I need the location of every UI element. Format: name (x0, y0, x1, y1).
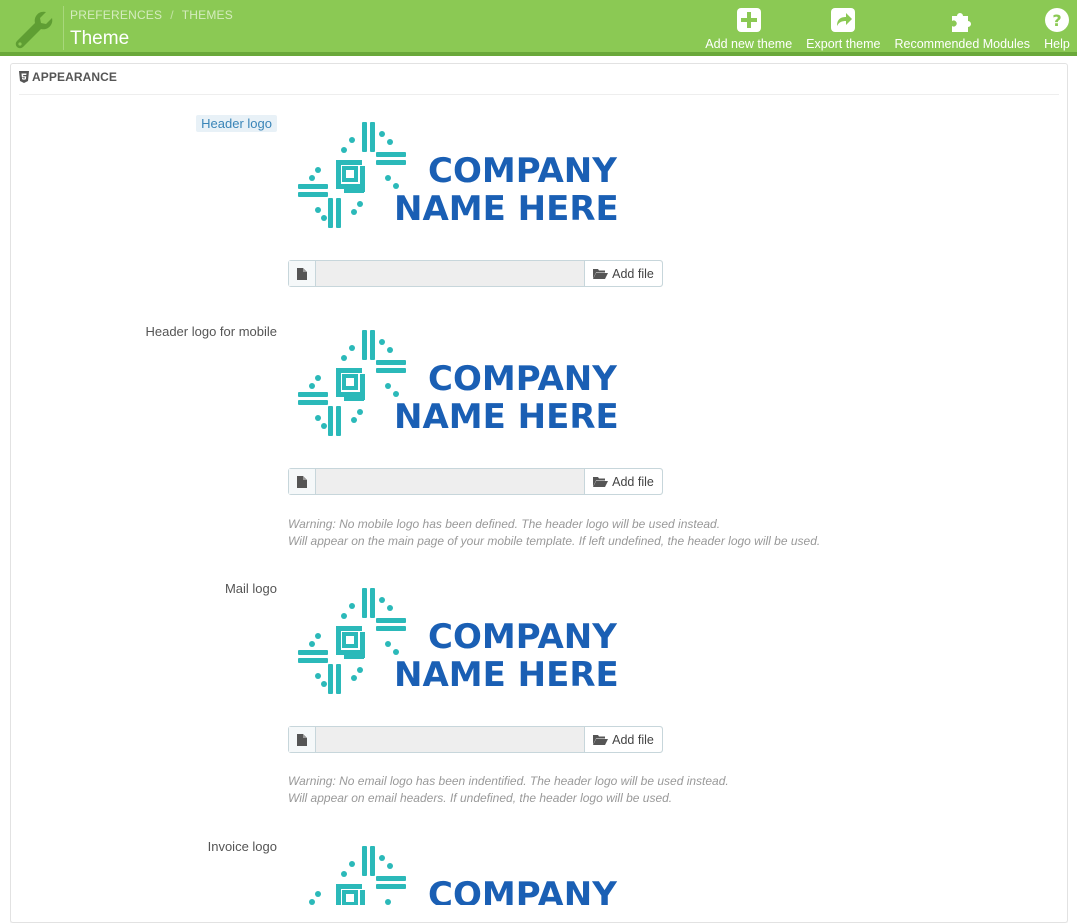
logo-line1: COMPANY (428, 359, 617, 399)
help-warning-text: Warning: No mobile logo has been defined… (288, 517, 721, 531)
mail-logo-image: COMPANY NAME HERE (298, 588, 619, 695)
header-logo-image: COMPANY NAME HERE (298, 122, 619, 229)
mail-logo-file-field[interactable] (316, 727, 584, 752)
header-logo-file-field[interactable] (316, 261, 584, 286)
add-file-label: Add file (612, 474, 654, 489)
recommended-modules-label: Recommended Modules (894, 37, 1031, 51)
page-title: Theme (70, 28, 130, 49)
file-icon-addon (289, 261, 316, 286)
logo-mark (309, 846, 406, 905)
help-description-text: Will appear on email headers. If undefin… (288, 791, 673, 805)
wrench-icon (15, 11, 53, 49)
invoice-logo-image: COMPANY (309, 846, 617, 905)
logo-line1: COMPANY (428, 151, 617, 191)
header-logo-mobile-file-input-group: Add file (288, 468, 663, 495)
plus-square-icon (736, 8, 761, 32)
breadcrumb-separator: / (170, 8, 174, 22)
mail-logo-label: Mail logo (224, 581, 277, 596)
logo-line2: NAME HERE (394, 397, 619, 437)
breadcrumb-themes[interactable]: THEMES (182, 8, 233, 22)
panel-heading-text: APPEARANCE (32, 70, 118, 84)
folder-open-icon (593, 269, 609, 279)
logo-mark (298, 588, 406, 694)
toolbar: Add new theme Export theme Recommended M… (698, 0, 1077, 52)
mail-logo-add-file-button[interactable]: Add file (584, 727, 662, 752)
mail-logo-file-input-group: Add file (288, 726, 663, 753)
file-icon-addon (289, 727, 316, 752)
logo-line2: NAME HERE (394, 189, 619, 229)
page-header: PREFERENCES / THEMES Theme Add new theme E… (0, 0, 1077, 56)
logo-mark (298, 122, 406, 228)
add-file-label: Add file (612, 266, 654, 281)
add-file-label: Add file (612, 732, 654, 747)
invoice-logo-label: Invoice logo (207, 839, 277, 854)
panel-heading: APPEARANCE (19, 70, 1059, 95)
header-logo-mobile-help: Warning: No mobile logo has been defined… (288, 516, 820, 550)
mail-logo-help: Warning: No email logo has been indentif… (288, 773, 729, 807)
puzzle-icon (952, 13, 972, 32)
header-divider (63, 6, 64, 50)
folder-open-icon (593, 477, 609, 487)
add-new-theme-button[interactable]: Add new theme (698, 0, 799, 52)
recommended-modules-button[interactable]: Recommended Modules (888, 0, 1038, 52)
folder-open-icon (593, 735, 609, 745)
export-theme-button[interactable]: Export theme (799, 0, 887, 52)
help-description-text: Will appear on the main page of your mob… (288, 534, 821, 548)
header-logo-file-input-group: Add file (288, 260, 663, 287)
breadcrumb-preferences[interactable]: PREFERENCES (70, 8, 162, 22)
file-icon (297, 733, 307, 746)
file-icon (297, 475, 307, 488)
add-new-theme-label: Add new theme (705, 37, 793, 51)
help-warning-text: Warning: No email logo has been indentif… (288, 774, 729, 788)
header-logo-mobile-file-field[interactable] (316, 469, 584, 494)
header-logo-mobile-label: Header logo for mobile (145, 324, 277, 339)
file-icon-addon (289, 469, 316, 494)
header-logo-label: Header logo (196, 115, 277, 132)
logo-line1: COMPANY (428, 875, 617, 905)
export-theme-label: Export theme (806, 37, 881, 51)
help-label: Help (1044, 37, 1070, 51)
header-logo-add-file-button[interactable]: Add file (584, 261, 662, 286)
logo-line1: COMPANY (428, 617, 617, 657)
header-logo-mobile-image: COMPANY NAME HERE (298, 330, 619, 437)
breadcrumb: PREFERENCES / THEMES (70, 8, 233, 22)
file-icon (297, 267, 307, 280)
svg-text:?: ? (1052, 11, 1061, 30)
share-icon (831, 8, 856, 32)
help-button[interactable]: ? Help (1037, 0, 1077, 52)
question-circle-icon: ? (1045, 8, 1069, 32)
html5-icon (19, 71, 29, 83)
logo-line2: NAME HERE (394, 655, 619, 695)
logo-mark (298, 330, 406, 436)
header-logo-mobile-add-file-button[interactable]: Add file (584, 469, 662, 494)
